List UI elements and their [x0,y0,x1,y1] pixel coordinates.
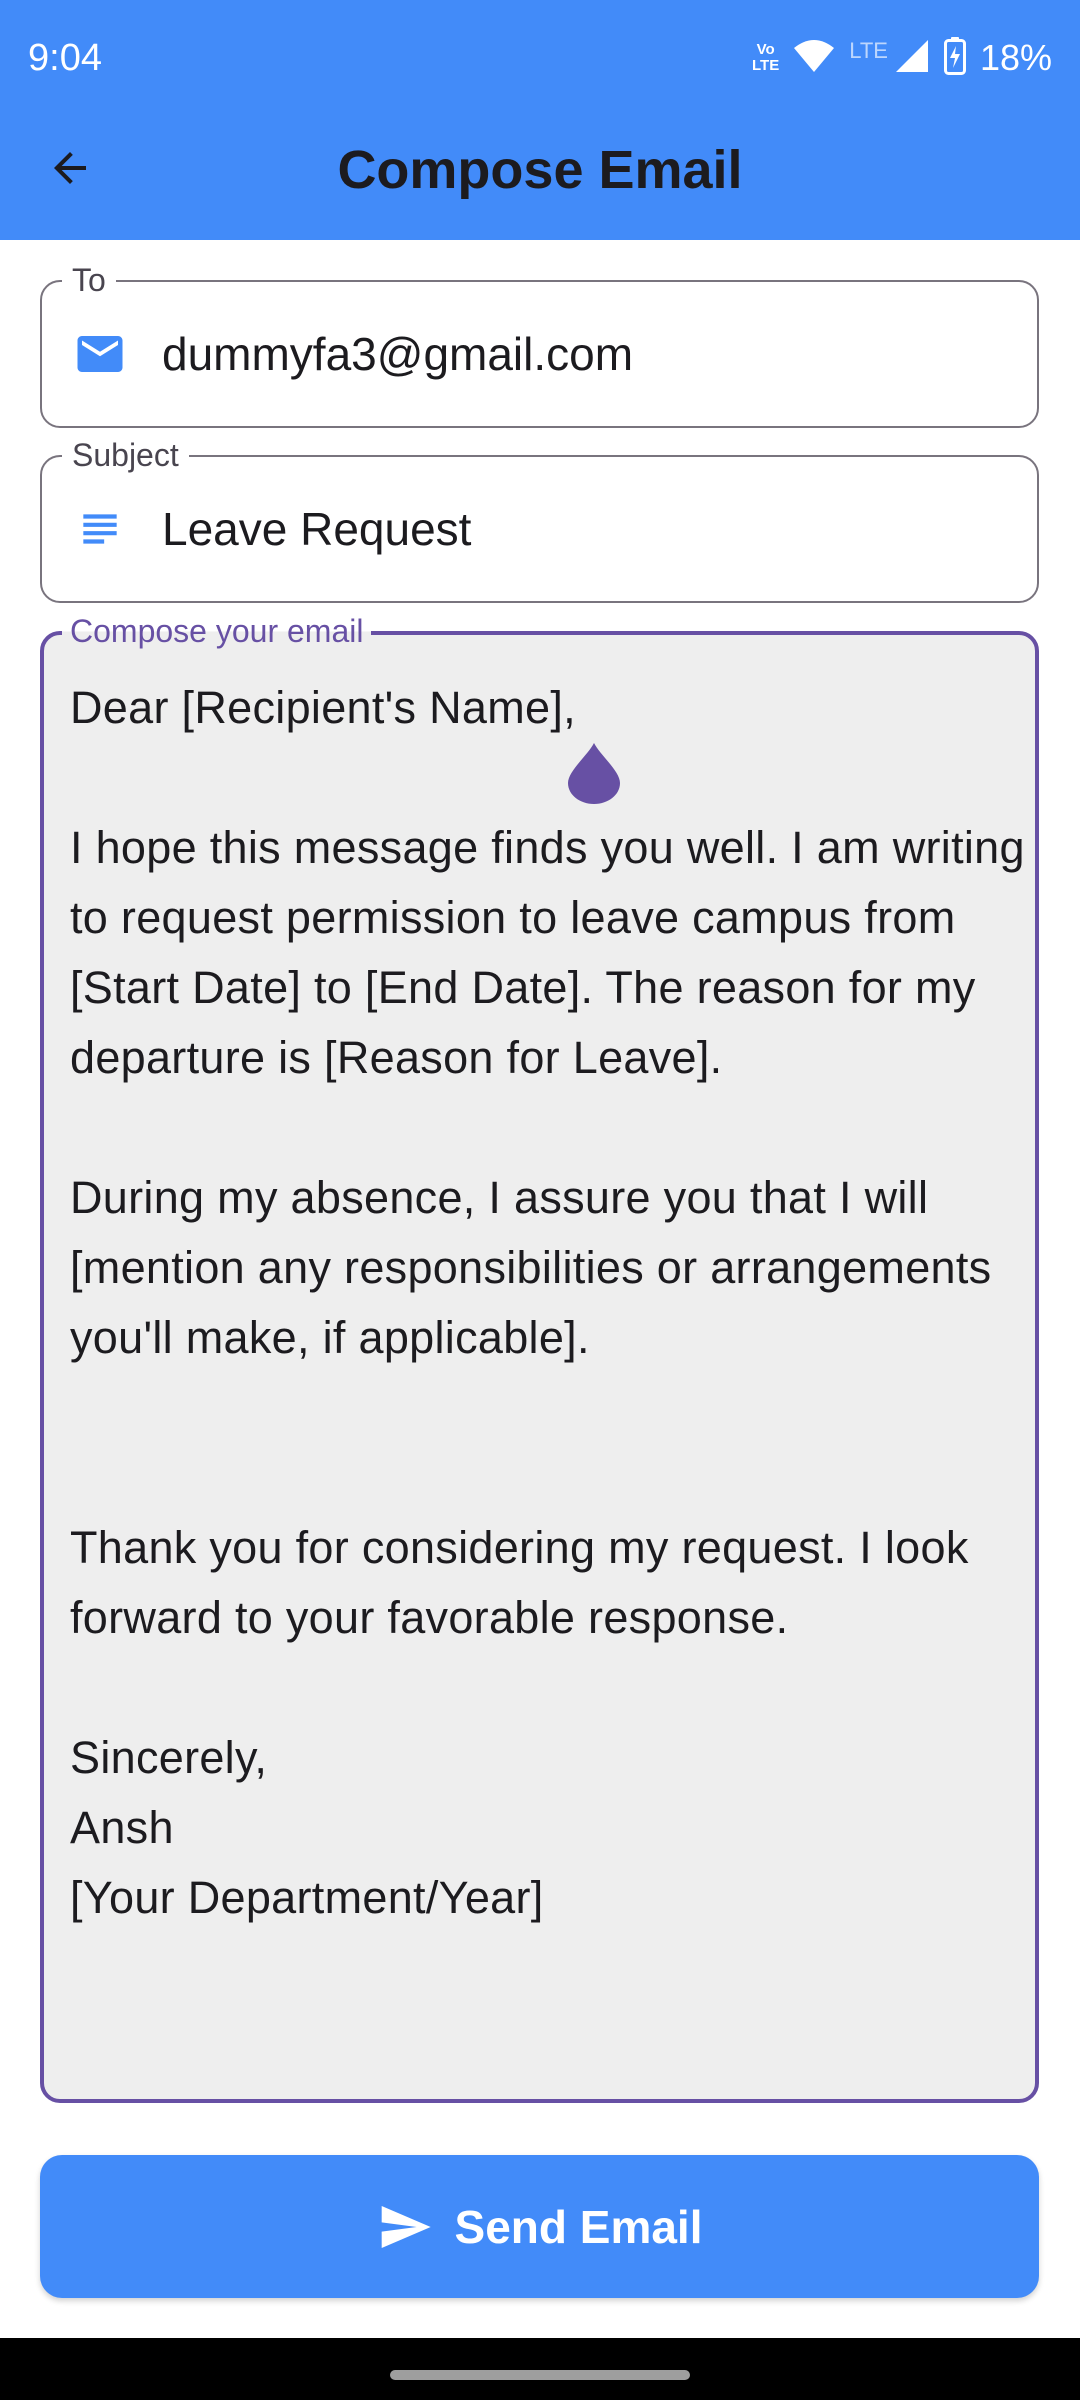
volte-bottom-text: LTE [752,57,780,74]
send-email-label: Send Email [454,2200,703,2253]
send-email-button[interactable]: Send Email [40,2155,1039,2298]
subject-field-value[interactable]: Leave Request [162,501,1007,557]
network-type-label: LTE [849,38,888,63]
to-field-value[interactable]: dummyfa3@gmail.com [162,326,1007,382]
subject-field-label: Subject [62,437,189,473]
send-icon [381,2205,431,2248]
status-icons: Vo LTE LTE 18% [752,34,1052,82]
mail-icon [72,326,128,382]
battery-percentage: 18% [979,37,1052,78]
app-header: 9:04 Vo LTE LTE 18% Compose Email [0,0,1080,240]
to-field[interactable]: To dummyfa3@gmail.com [40,262,1039,428]
system-nav-bar [0,2338,1080,2400]
to-field-label: To [62,262,116,298]
home-gesture-handle[interactable] [390,2370,690,2380]
wifi-icon [793,38,835,79]
status-time: 9:04 [28,37,102,79]
volte-top-text: Vo [756,41,775,58]
page-title: Compose Email [337,140,743,200]
subject-field[interactable]: Subject Leave Request [40,437,1039,603]
text-cursor-handle[interactable] [566,741,622,805]
compose-body-text[interactable]: Dear [Recipient's Name], I hope this mes… [70,673,1030,1933]
signal-icon [894,38,930,79]
compose-body-label: Compose your email [62,613,372,649]
volte-icon: Vo LTE [752,42,779,74]
subject-lines-icon [72,501,128,557]
battery-charging-icon [943,36,966,80]
compose-body-field[interactable]: Compose your email Dear [Recipient's Nam… [40,613,1039,2103]
